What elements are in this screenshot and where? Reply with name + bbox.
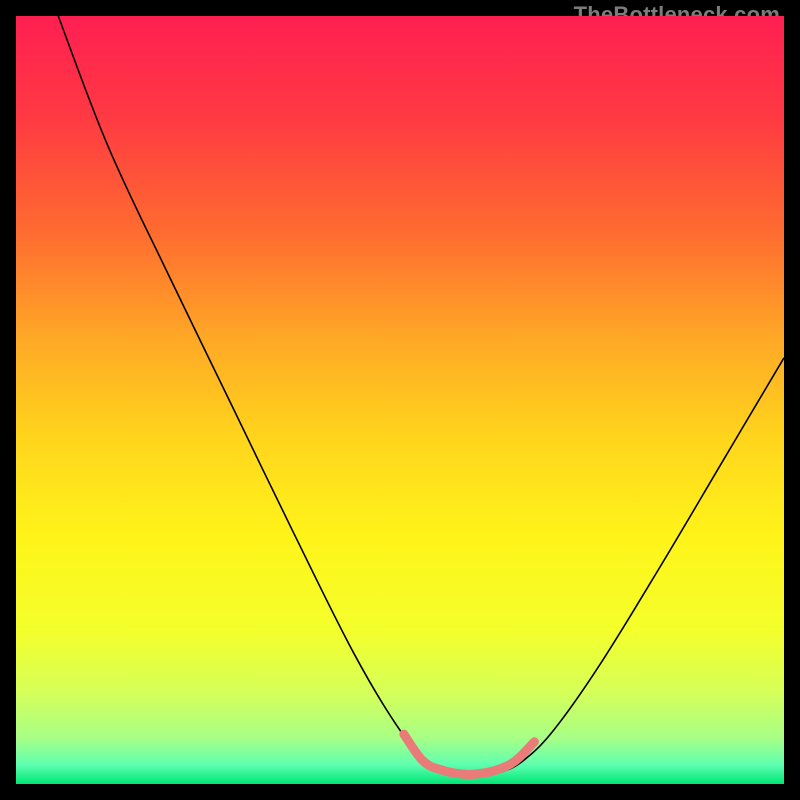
- chart-plot-area: [16, 16, 784, 784]
- bottleneck-chart-svg: [16, 16, 784, 784]
- chart-background-gradient: [16, 16, 784, 784]
